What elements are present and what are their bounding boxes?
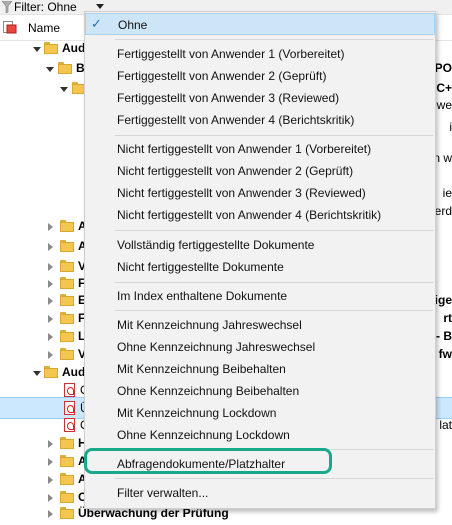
- tree-row-right-text: fw: [438, 347, 452, 361]
- menu-item-label: Nicht fertiggestellt von Anwender 2 (Gep…: [117, 164, 354, 178]
- checkmark-icon: ✓: [91, 16, 102, 31]
- menu-item-label: Nicht fertiggestellte Dokumente: [117, 260, 284, 274]
- menu-item[interactable]: Mit Kennzeichnung Jahreswechsel: [85, 314, 435, 336]
- menu-separator: [115, 282, 433, 283]
- menu-item[interactable]: Mit Kennzeichnung Beibehalten: [85, 358, 435, 380]
- menu-separator: [115, 478, 433, 479]
- menu-item[interactable]: Fertiggestellt von Anwender 2 (Geprüft): [85, 65, 435, 87]
- folder-icon: [60, 260, 74, 272]
- pdf-icon: [64, 401, 75, 415]
- tree-row-label: Aud: [62, 41, 86, 55]
- menu-item-ohne[interactable]: ✓ Ohne: [85, 13, 435, 35]
- menu-item-label: Fertiggestellt von Anwender 3 (Reviewed): [117, 91, 340, 105]
- menu-item-filter-verwalten[interactable]: Filter verwalten...: [85, 482, 435, 504]
- menu-item-label: Nicht fertiggestellt von Anwender 3 (Rev…: [117, 186, 366, 200]
- menu-item-label: Ohne: [118, 18, 148, 32]
- folder-icon: [60, 220, 74, 232]
- menu-item[interactable]: Im Index enthaltene Dokumente: [85, 285, 435, 307]
- expander-closed-icon[interactable]: [48, 315, 53, 323]
- expander-closed-icon[interactable]: [48, 280, 53, 288]
- menu-separator: [115, 230, 433, 231]
- folder-icon: [60, 330, 74, 342]
- expander-open-icon[interactable]: [46, 67, 54, 72]
- menu-item[interactable]: Fertiggestellt von Anwender 4 (Berichtsk…: [85, 109, 435, 131]
- menu-item[interactable]: Nicht fertiggestellt von Anwender 1 (Vor…: [85, 138, 435, 160]
- tree-row-right-text: ie: [442, 186, 452, 200]
- folder-icon: [60, 455, 74, 467]
- expander-closed-icon[interactable]: [48, 510, 53, 518]
- menu-item[interactable]: Nicht fertiggestellt von Anwender 4 (Ber…: [85, 204, 435, 226]
- menu-separator: [115, 310, 433, 311]
- expander-closed-icon[interactable]: [48, 263, 53, 271]
- expander-closed-icon[interactable]: [48, 223, 53, 231]
- tree-row-right-text: ige: [434, 293, 452, 307]
- folder-icon: [60, 507, 74, 519]
- folder-icon: [60, 437, 74, 449]
- folder-icon: [44, 366, 58, 378]
- menu-item-label: Filter verwalten...: [117, 486, 209, 500]
- filter-dropdown-menu: ✓ Ohne Fertiggestellt von Anwender 1 (Vo…: [84, 11, 436, 509]
- highlight-outline: [84, 448, 332, 474]
- expander-closed-icon[interactable]: [48, 440, 53, 448]
- expander-closed-icon[interactable]: [48, 494, 53, 502]
- tree-row-right-text: C+: [436, 81, 452, 95]
- menu-item-label: Ohne Kennzeichnung Jahreswechsel: [117, 340, 316, 354]
- menu-item-label: Mit Kennzeichnung Lockdown: [117, 406, 277, 420]
- expander-closed-icon[interactable]: [48, 333, 53, 341]
- menu-item[interactable]: Nicht fertiggestellt von Anwender 2 (Gep…: [85, 160, 435, 182]
- expander-closed-icon[interactable]: [48, 476, 53, 484]
- document-type-icon: [3, 21, 17, 34]
- folder-icon: [58, 62, 72, 74]
- tree-row-right-text: - B: [436, 329, 452, 343]
- menu-item-label: Ohne Kennzeichnung Lockdown: [117, 428, 290, 442]
- folder-icon: [44, 42, 58, 54]
- menu-item-label: Fertiggestellt von Anwender 4 (Berichtsk…: [117, 113, 355, 127]
- name-column-header[interactable]: Name: [28, 21, 60, 35]
- tree-row-label: Aud: [62, 365, 86, 379]
- tree-row-right-text: n w: [433, 151, 452, 165]
- menu-item[interactable]: Fertiggestellt von Anwender 3 (Reviewed): [85, 87, 435, 109]
- menu-item[interactable]: Nicht fertiggestellt von Anwender 3 (Rev…: [85, 182, 435, 204]
- menu-item-label: Fertiggestellt von Anwender 2 (Geprüft): [117, 69, 327, 83]
- expander-closed-icon[interactable]: [48, 351, 53, 359]
- expander-closed-icon[interactable]: [48, 458, 53, 466]
- folder-icon: [60, 312, 74, 324]
- menu-item[interactable]: Ohne Kennzeichnung Beibehalten: [85, 380, 435, 402]
- folder-icon: [60, 491, 74, 503]
- menu-separator: [115, 135, 433, 136]
- menu-item[interactable]: Mit Kennzeichnung Lockdown: [85, 402, 435, 424]
- folder-icon: [60, 240, 74, 252]
- expander-open-icon[interactable]: [60, 87, 68, 92]
- expander-open-icon[interactable]: [33, 47, 41, 52]
- folder-icon: [60, 348, 74, 360]
- expander-closed-icon[interactable]: [48, 243, 53, 251]
- pdf-icon: [64, 418, 75, 432]
- tree-row-right-text: rt: [443, 311, 452, 325]
- menu-item[interactable]: Fertiggestellt von Anwender 1 (Vorbereit…: [85, 43, 435, 65]
- expander-closed-icon[interactable]: [48, 297, 53, 305]
- menu-item-label: Im Index enthaltene Dokumente: [117, 289, 288, 303]
- menu-item-label: Nicht fertiggestellt von Anwender 4 (Ber…: [117, 208, 382, 222]
- menu-item-label: Mit Kennzeichnung Jahreswechsel: [117, 318, 302, 332]
- menu-item[interactable]: Nicht fertiggestellte Dokumente: [85, 256, 435, 278]
- filter-label[interactable]: Filter: Ohne: [14, 0, 77, 14]
- menu-item[interactable]: Ohne Kennzeichnung Lockdown: [85, 424, 435, 446]
- tree-row-right-text: lat: [439, 418, 452, 432]
- folder-icon: [60, 294, 74, 306]
- menu-item-label: Fertiggestellt von Anwender 1 (Vorbereit…: [117, 47, 345, 61]
- menu-item[interactable]: Ohne Kennzeichnung Jahreswechsel: [85, 336, 435, 358]
- folder-icon: [60, 277, 74, 289]
- pdf-icon: [64, 383, 75, 397]
- funnel-icon: [2, 1, 12, 13]
- expander-open-icon[interactable]: [33, 371, 41, 376]
- menu-item-label: Nicht fertiggestellt von Anwender 1 (Vor…: [117, 142, 372, 156]
- menu-item-label: Vollständig fertiggestellte Dokumente: [117, 238, 315, 252]
- menu-item-label: Ohne Kennzeichnung Beibehalten: [117, 384, 300, 398]
- menu-separator: [115, 39, 433, 40]
- chevron-down-icon[interactable]: [96, 4, 104, 9]
- tree-row-right-text: we: [436, 98, 452, 112]
- menu-item-label: Mit Kennzeichnung Beibehalten: [117, 362, 286, 376]
- menu-item[interactable]: Vollständig fertiggestellte Dokumente: [85, 234, 435, 256]
- folder-icon: [60, 473, 74, 485]
